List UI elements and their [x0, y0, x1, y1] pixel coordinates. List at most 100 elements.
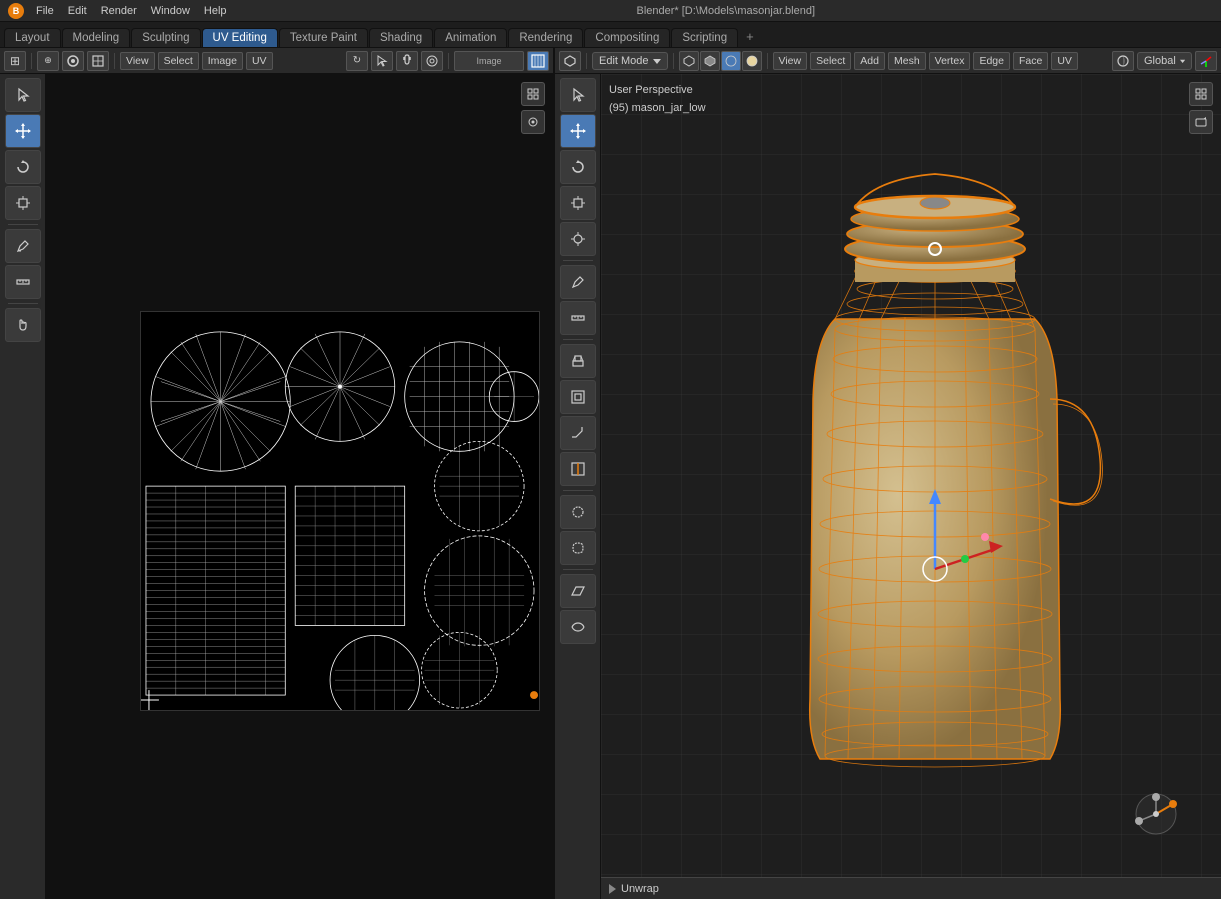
tool-separator-2: [8, 303, 38, 304]
3d-smooth-tool[interactable]: [560, 610, 596, 644]
uv-editor-content: [0, 74, 553, 899]
viewport-canvas[interactable]: User Perspective (95) mason_jar_low: [601, 74, 1221, 899]
3d-add-btn[interactable]: Add: [854, 52, 885, 70]
3d-uv-btn[interactable]: UV: [1051, 52, 1078, 70]
tab-rendering[interactable]: Rendering: [508, 28, 583, 47]
menu-window[interactable]: Window: [145, 4, 196, 18]
tool-ruler[interactable]: [5, 265, 41, 299]
transform-label: Global: [1144, 55, 1176, 67]
separator: [31, 53, 32, 69]
3d-measure-tool[interactable]: [560, 301, 596, 335]
3d-annotate-tool[interactable]: [560, 265, 596, 299]
menu-help[interactable]: Help: [198, 4, 233, 18]
tab-layout[interactable]: Layout: [4, 28, 61, 47]
sync-icon[interactable]: ↻: [346, 51, 368, 71]
gizmo-icon[interactable]: [1195, 51, 1217, 71]
uv-canvas[interactable]: [46, 74, 553, 899]
tab-sculpting[interactable]: Sculpting: [131, 28, 200, 47]
3d-inset-tool[interactable]: [560, 380, 596, 414]
3d-select-circle-tool[interactable]: [560, 495, 596, 529]
3d-vertex-btn[interactable]: Vertex: [929, 52, 971, 70]
title-bar: B File Edit Render Window Help Blender* …: [0, 0, 1221, 22]
tool-grab[interactable]: [5, 308, 41, 342]
unwrap-text: Unwrap: [621, 883, 659, 895]
navigation-gizmo[interactable]: [1131, 789, 1181, 839]
uv-grid-icon[interactable]: [521, 82, 545, 106]
solid-mode-btn[interactable]: [700, 51, 720, 71]
viewport-camera-icon[interactable]: [1189, 110, 1213, 134]
image-slot-icon[interactable]: Image: [454, 51, 524, 71]
mason-jar-svg: [695, 104, 1175, 884]
menu-edit[interactable]: Edit: [62, 4, 93, 18]
3d-select-lasso-tool[interactable]: [560, 531, 596, 565]
viewport-3d: Edit Mode: [555, 48, 1221, 899]
uv-image-btn[interactable]: Image: [202, 52, 243, 70]
unwrap-label: Unwrap: [601, 877, 1221, 899]
tool-move[interactable]: [5, 114, 41, 148]
uv-toolbar: [0, 74, 46, 899]
tab-shading[interactable]: Shading: [369, 28, 433, 47]
3d-rotate-tool[interactable]: [560, 150, 596, 184]
3d-bevel-tool[interactable]: [560, 416, 596, 450]
3d-extrude-tool[interactable]: [560, 344, 596, 378]
viewport-overlay-icon[interactable]: [1112, 51, 1134, 71]
tab-uv-editing[interactable]: UV Editing: [202, 28, 278, 47]
editor-type-icon[interactable]: ⊞: [4, 51, 26, 71]
3d-cursor-tool[interactable]: [560, 78, 596, 112]
3d-view-btn[interactable]: View: [773, 52, 808, 70]
uv-select-btn[interactable]: Select: [158, 52, 199, 70]
overlay-icon[interactable]: [62, 51, 84, 71]
uv-overlay2-icon[interactable]: [521, 110, 545, 134]
stretch-icon[interactable]: [527, 51, 549, 71]
3d-select-btn[interactable]: Select: [810, 52, 851, 70]
3d-scale-tool[interactable]: [560, 186, 596, 220]
tab-modeling[interactable]: Modeling: [62, 28, 131, 47]
uv-view-btn[interactable]: View: [120, 52, 155, 70]
transform-orientation[interactable]: Global: [1137, 52, 1192, 70]
tool-annotate[interactable]: [5, 229, 41, 263]
menu-render[interactable]: Render: [95, 4, 143, 18]
cursor-icon[interactable]: [371, 51, 393, 71]
tab-animation[interactable]: Animation: [434, 28, 507, 47]
3d-editor-type-icon[interactable]: [559, 51, 581, 71]
viewport-info: User Perspective (95) mason_jar_low: [609, 82, 706, 117]
edit-mode-label: Edit Mode: [599, 55, 649, 67]
menu-file[interactable]: File: [30, 4, 60, 18]
wireframe-icon[interactable]: [87, 51, 109, 71]
title-menus: File Edit Render Window Help: [30, 4, 233, 18]
3d-face-btn[interactable]: Face: [1013, 52, 1048, 70]
tab-scripting[interactable]: Scripting: [671, 28, 738, 47]
viewport-header: Edit Mode: [555, 48, 1221, 74]
uv-islands-svg: [141, 312, 539, 710]
rendered-mode-btn[interactable]: [742, 51, 762, 71]
tab-texture-paint[interactable]: Texture Paint: [279, 28, 368, 47]
3d-edge-btn[interactable]: Edge: [973, 52, 1010, 70]
3d-loopcut-tool[interactable]: [560, 452, 596, 486]
editors-area: ⊞ ⊕ View Select Image UV ↻: [0, 48, 1221, 899]
tool-rotate[interactable]: [5, 150, 41, 184]
material-mode-btn[interactable]: [721, 51, 741, 71]
uv-uv-btn[interactable]: UV: [246, 52, 273, 70]
proportional-icon[interactable]: [421, 51, 443, 71]
zoom-icon[interactable]: ⊕: [37, 51, 59, 71]
perspective-label: User Perspective: [609, 82, 706, 100]
tool-cursor[interactable]: [5, 78, 41, 112]
3d-move-tool[interactable]: [560, 114, 596, 148]
3d-transform-tool[interactable]: [560, 222, 596, 256]
wireframe-mode-btn[interactable]: [679, 51, 699, 71]
tab-compositing[interactable]: Compositing: [584, 28, 670, 47]
uv-canvas-inner: [140, 311, 540, 711]
uv-editor: ⊞ ⊕ View Select Image UV ↻: [0, 48, 555, 899]
unwrap-triangle-icon: [609, 884, 616, 894]
3d-shear-tool[interactable]: [560, 574, 596, 608]
edit-mode-select[interactable]: Edit Mode: [592, 52, 668, 70]
viewport-grid-icon[interactable]: [1189, 82, 1213, 106]
viewport-nav: [1189, 82, 1213, 134]
add-workspace-button[interactable]: +: [739, 26, 761, 47]
magnet-icon[interactable]: [396, 51, 418, 71]
3d-mesh-btn[interactable]: Mesh: [888, 52, 926, 70]
blender-logo: B: [8, 3, 24, 19]
shading-buttons: [679, 51, 762, 71]
tool-scale[interactable]: [5, 186, 41, 220]
workspace-tabs: Layout Modeling Sculpting UV Editing Tex…: [0, 22, 1221, 48]
